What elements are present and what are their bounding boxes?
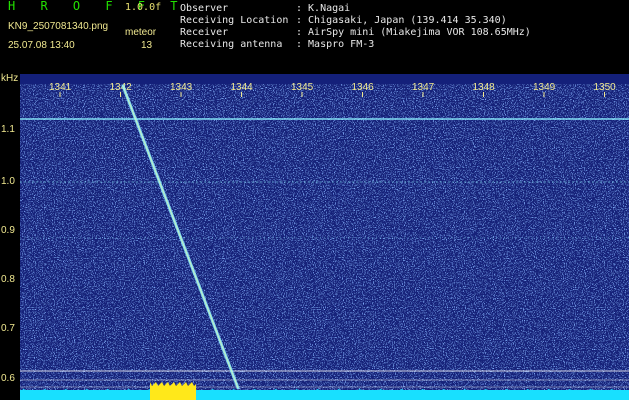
receiver-value: : AirSpy mini (Miakejima VOR 108.65MHz): [296, 27, 531, 38]
capture-filename: KN9_2507081340.png: [8, 21, 109, 32]
antenna-label: Receiving antenna: [180, 39, 283, 50]
x-tick-label: 1343: [170, 82, 193, 93]
x-tick-label: 1344: [231, 82, 254, 93]
detection-mode: meteor: [125, 27, 157, 38]
y-tick-label: 0.6: [1, 373, 15, 384]
x-tick-label: 1346: [352, 82, 375, 93]
x-tick-label: 1348: [473, 82, 496, 93]
receiver-label: Receiver: [180, 27, 229, 38]
header-panel: H R O F F T 1.0.0f KN9_2507081340.png me…: [0, 0, 629, 84]
x-tick-label: 1350: [594, 82, 617, 93]
spectrogram-waterfall[interactable]: 1341 1342 1343 1344 1345 1346 1347 1348 1349 1350: [20, 74, 629, 400]
x-tick-label: 1349: [533, 82, 556, 93]
location-label: Receiving Location: [180, 15, 289, 26]
antenna-value: : Maspro FM-3: [296, 39, 375, 50]
observer-value: : K.Nagai: [296, 3, 351, 14]
y-tick-label: 0.8: [1, 274, 15, 285]
x-tick-label: 1347: [412, 82, 435, 93]
y-tick-label: 0.9: [1, 225, 15, 236]
y-tick-label: 0.7: [1, 323, 15, 334]
location-value: : Chigasaki, Japan (139.414 35.340): [296, 15, 507, 26]
y-tick-label: 1.0: [1, 176, 15, 187]
capture-datetime: 25.07.08 13:40: [8, 40, 75, 51]
observer-label: Observer: [180, 3, 229, 14]
app-version: 1.0.0f: [125, 2, 162, 13]
x-tick-label: 1341: [49, 82, 72, 93]
x-tick-label: 1342: [110, 82, 133, 93]
x-tick-label: 1345: [291, 82, 314, 93]
detection-count: 13: [141, 40, 153, 51]
spectrogram-canvas: 1341 1342 1343 1344 1345 1346 1347 1348 1349 1350: [20, 74, 629, 400]
waterfall-noise: [20, 84, 629, 390]
y-tick-label: 1.1: [1, 124, 15, 135]
frequency-unit-label: kHz: [1, 73, 19, 84]
